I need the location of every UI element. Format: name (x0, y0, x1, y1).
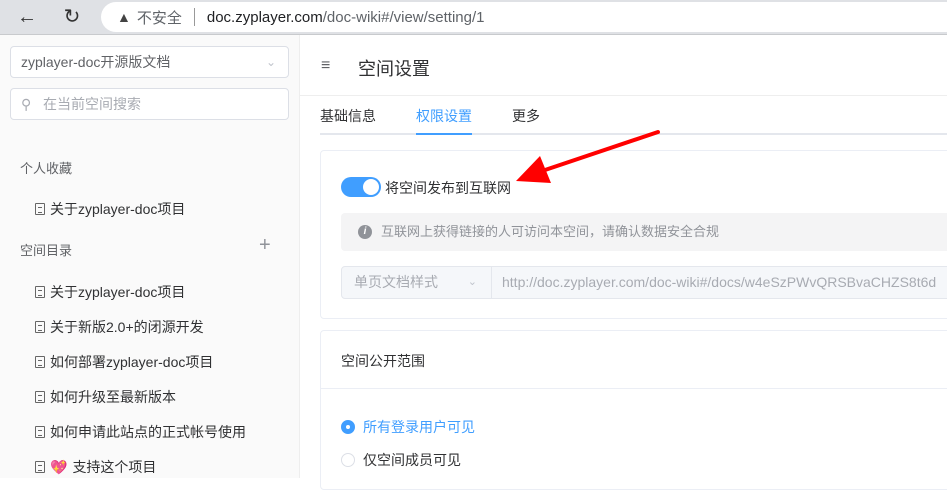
info-icon: i (358, 225, 372, 239)
item-label: 关于zyplayer-doc项目 (50, 284, 186, 300)
scope-card: 空间公开范围 所有登录用户可见 仅空间成员可见 (320, 330, 947, 490)
browser-toolbar: ← ↻ ▲ 不安全 doc.zyplayer.com/doc-wiki#/vie… (0, 0, 947, 35)
item-label: 如何申请此站点的正式帐号使用 (50, 424, 246, 440)
document-icon (35, 203, 45, 215)
url-path: /doc-wiki#/view/setting/1 (322, 8, 485, 26)
menu-fold-icon[interactable]: ≡ (321, 57, 330, 75)
publish-toggle[interactable] (341, 177, 381, 197)
page-header: ≡ 空间设置 (300, 35, 947, 96)
radio-all-logged-in[interactable]: 所有登录用户可见 (341, 417, 475, 437)
heart-icon: 💖 (50, 458, 68, 475)
catalog-item[interactable]: 💖 支持这个项目 (35, 457, 156, 477)
search-icon: ⚲ (21, 96, 32, 112)
radio-members-only[interactable]: 仅空间成员可见 (341, 450, 461, 470)
item-label: 关于新版2.0+的闭源开发 (50, 319, 204, 335)
item-label: 如何升级至最新版本 (50, 389, 176, 405)
public-url[interactable]: http://doc.zyplayer.com/doc-wiki#/docs/w… (492, 267, 936, 298)
catalog-item[interactable]: 关于zyplayer-doc项目 (35, 282, 185, 302)
favorites-title: 个人收藏 (20, 161, 73, 176)
radio-unchecked-icon (341, 453, 355, 467)
url-host: doc.zyplayer.com (206, 8, 323, 26)
radio-checked-icon (341, 420, 355, 434)
alert-text: 互联网上获得链接的人可访问本空间，请确认数据安全合规 (381, 224, 720, 239)
tab-basic-info[interactable]: 基础信息 (320, 106, 376, 126)
sidebar: zyplayer-doc开源版文档 ⌄ ⚲ 在当前空间搜索 个人收藏 关于zypla… (0, 35, 300, 478)
main-content: ≡ 空间设置 基础信息 权限设置 更多 将空间发布到互联网 i 互联网上获得链接的… (300, 35, 947, 490)
document-icon (35, 286, 45, 298)
page-title: 空间设置 (358, 59, 430, 79)
catalog-item[interactable]: 如何申请此站点的正式帐号使用 (35, 422, 246, 442)
back-icon[interactable]: ← (14, 5, 40, 29)
radio-label: 仅空间成员可见 (363, 452, 461, 468)
doc-style-value: 单页文档样式 (354, 274, 438, 290)
add-doc-button[interactable]: + (259, 234, 271, 257)
space-select[interactable]: zyplayer-doc开源版文档 ⌄ (10, 46, 289, 78)
reload-icon[interactable]: ↻ (59, 5, 85, 29)
publish-toggle-label: 将空间发布到互联网 (385, 180, 511, 196)
document-icon (35, 391, 45, 403)
tab-permissions[interactable]: 权限设置 (416, 106, 472, 135)
warning-icon: ▲ (117, 9, 131, 25)
scope-title: 空间公开范围 (341, 353, 425, 369)
tab-more[interactable]: 更多 (512, 106, 540, 126)
document-icon (35, 356, 45, 368)
public-url-field: 单页文档样式 ⌄ http://doc.zyplayer.com/doc-wiki… (341, 266, 947, 299)
doc-style-select[interactable]: 单页文档样式 ⌄ (342, 267, 492, 298)
favorite-item[interactable]: 关于zyplayer-doc项目 (35, 199, 185, 219)
tab-bar: 基础信息 权限设置 更多 (320, 96, 947, 135)
chevron-down-icon: ⌄ (467, 276, 477, 288)
chevron-down-icon: ⌄ (265, 55, 276, 69)
document-icon (35, 426, 45, 438)
insecure-label: 不安全 (136, 9, 182, 27)
address-bar[interactable]: ▲ 不安全 doc.zyplayer.com/doc-wiki#/view/se… (101, 2, 947, 32)
catalog-item[interactable]: 如何部署zyplayer-doc项目 (35, 352, 213, 372)
space-select-value: zyplayer-doc开源版文档 (21, 54, 171, 70)
radio-label: 所有登录用户可见 (363, 419, 475, 435)
catalog-item[interactable]: 如何升级至最新版本 (35, 387, 176, 407)
search-placeholder: 在当前空间搜索 (43, 96, 141, 112)
catalog-item[interactable]: 关于新版2.0+的闭源开发 (35, 317, 204, 337)
item-label: 如何部署zyplayer-doc项目 (50, 354, 214, 370)
publish-card: 将空间发布到互联网 i 互联网上获得链接的人可访问本空间，请确认数据安全合规 单页… (320, 150, 947, 319)
item-label: 关于zyplayer-doc项目 (50, 201, 186, 217)
catalog-title: 空间目录 (20, 243, 73, 258)
divider (321, 388, 947, 389)
divider (193, 8, 195, 26)
search-input[interactable]: ⚲ 在当前空间搜索 (10, 88, 289, 120)
item-label: 支持这个项目 (72, 459, 157, 475)
info-alert: i 互联网上获得链接的人可访问本空间，请确认数据安全合规 (341, 213, 947, 251)
document-icon (35, 461, 45, 473)
document-icon (35, 321, 45, 333)
